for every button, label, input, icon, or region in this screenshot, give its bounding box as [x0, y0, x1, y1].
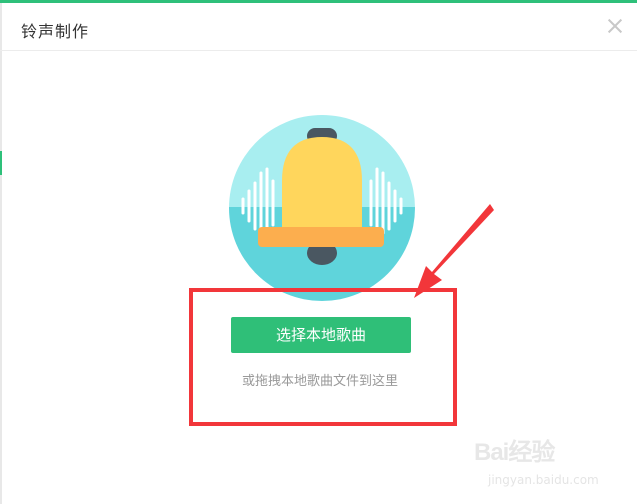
- watermark-url: jingyan.baidu.com: [488, 473, 599, 487]
- annotation-arrow-icon: [414, 204, 494, 298]
- left-accent-bar: [0, 151, 2, 175]
- annotation-red-box: [189, 288, 457, 426]
- dialog-title: 铃声制作: [21, 22, 90, 41]
- watermark-brand: Bai经验: [474, 439, 555, 466]
- close-icon[interactable]: [605, 16, 625, 36]
- baidu-watermark: Bai经验 jingyan.baidu.com: [474, 428, 624, 493]
- ringtone-dialog: 铃声制作 选择本地歌曲 或拖拽本地歌曲文件到这里 Bai经验 jingyan.b…: [0, 0, 637, 504]
- dialog-header: 铃声制作: [0, 6, 637, 51]
- bell-icon: [229, 115, 415, 301]
- left-edge: [0, 3, 2, 504]
